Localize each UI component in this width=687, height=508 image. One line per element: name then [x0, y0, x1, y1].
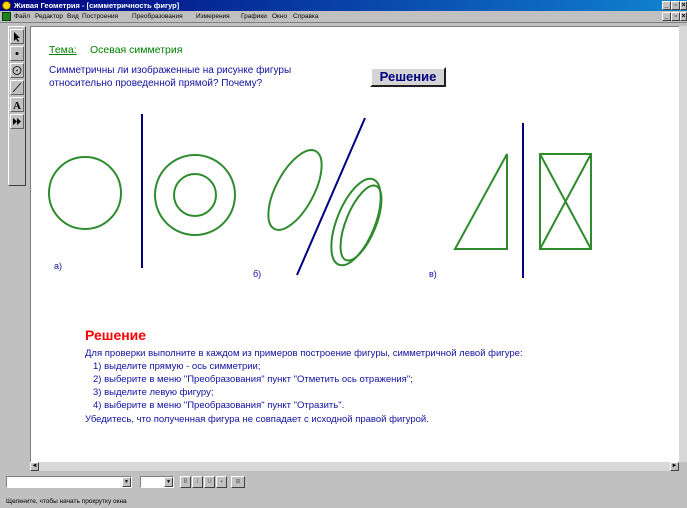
compass-tool-icon[interactable] [10, 63, 24, 78]
menu-view[interactable]: Вид [67, 11, 79, 22]
chevron-down-icon[interactable]: ▼ [122, 477, 131, 487]
ellipse-left-b[interactable] [258, 142, 333, 238]
document-icon[interactable] [2, 12, 11, 21]
doc-close-icon[interactable]: × [680, 12, 687, 21]
ring-outer-a[interactable] [154, 154, 236, 236]
minimize-icon[interactable]: _ [662, 1, 671, 10]
figure-label-c: в) [429, 269, 437, 279]
title-bar: Живая Геометрия - [симметричность фигур]… [0, 0, 687, 11]
style-button[interactable]: ⊞ [231, 476, 245, 488]
svg-text:A: A [13, 100, 21, 111]
figure-label-b: б) [253, 269, 262, 279]
circle-left-a[interactable] [48, 156, 122, 230]
solution-step-1: 1) выделите прямую - ось симметрии; [93, 361, 261, 372]
menu-edit[interactable]: Редактор [35, 11, 63, 22]
script-tool-icon[interactable] [10, 114, 24, 129]
format-toolbar: ▼ ▼ B / U ▪ ⊞ [0, 473, 687, 495]
menu-measurements[interactable]: Измерения [196, 11, 230, 22]
solution-intro: Для проверки выполните в каждом из приме… [85, 348, 523, 359]
menu-file[interactable]: Файл [14, 11, 30, 22]
menu-transformations[interactable]: Преобразования [132, 11, 183, 22]
window-title: Живая Геометрия - [симметричность фигур] [14, 1, 180, 10]
point-tool-icon[interactable] [10, 46, 24, 61]
doc-minimize-icon[interactable]: _ [662, 12, 671, 21]
sketch-canvas[interactable]: Тема: Осевая симметрия Симметричны ли из… [30, 26, 679, 462]
bold-button[interactable]: B [180, 476, 191, 488]
solution-step-2: 2) выберите в меню "Преобразования" пунк… [93, 374, 413, 385]
solution-title: Решение [85, 327, 147, 343]
vertical-scrollbar[interactable] [679, 26, 687, 462]
figure-right-c[interactable] [539, 153, 592, 250]
font-select[interactable]: ▼ [6, 476, 132, 488]
menu-window[interactable]: Окно [272, 11, 287, 22]
scroll-right-icon[interactable]: ► [670, 462, 679, 471]
solution-step-3: 3) выделите левую фигуру; [93, 387, 214, 398]
doc-maximize-icon[interactable]: ▫ [671, 12, 680, 21]
ellipse-right-inner-b[interactable] [332, 180, 390, 265]
text-tool-icon[interactable]: A [10, 97, 24, 112]
close-icon[interactable]: × [680, 1, 687, 10]
arrow-tool-icon[interactable] [10, 29, 24, 44]
figure-label-a: а) [54, 261, 63, 271]
app-icon[interactable] [2, 1, 11, 10]
horizontal-scrollbar[interactable]: ◄ ► [30, 462, 679, 471]
scroll-left-icon[interactable]: ◄ [30, 462, 39, 471]
underline-button[interactable]: U [204, 476, 215, 488]
figures-drawing [48, 114, 592, 278]
ring-inner-a[interactable] [173, 173, 217, 217]
solution-conclusion: Убедитесь, что полученная фигура не совп… [85, 414, 429, 425]
font-size-select[interactable]: ▼ [140, 476, 174, 488]
status-text: Щелкните, чтобы начать прокрутку окна [6, 498, 127, 505]
menu-graphs[interactable]: Графики [241, 11, 267, 22]
menu-bar: Файл Редактор Вид Построения Преобразова… [0, 11, 687, 23]
line-tool-icon[interactable] [10, 80, 24, 95]
toolbox: A [8, 26, 26, 186]
triangle-left-c[interactable] [453, 153, 508, 250]
chevron-down-icon[interactable]: ▼ [164, 477, 173, 487]
solution-step-4: 4) выберите в меню "Преобразования" пунк… [93, 400, 345, 411]
menu-constructions[interactable]: Построения [82, 11, 118, 22]
maximize-icon[interactable]: ▫ [671, 1, 680, 10]
color-button[interactable]: ▪ [216, 476, 227, 488]
menu-help[interactable]: Справка [293, 11, 319, 22]
italic-button[interactable]: / [192, 476, 203, 488]
